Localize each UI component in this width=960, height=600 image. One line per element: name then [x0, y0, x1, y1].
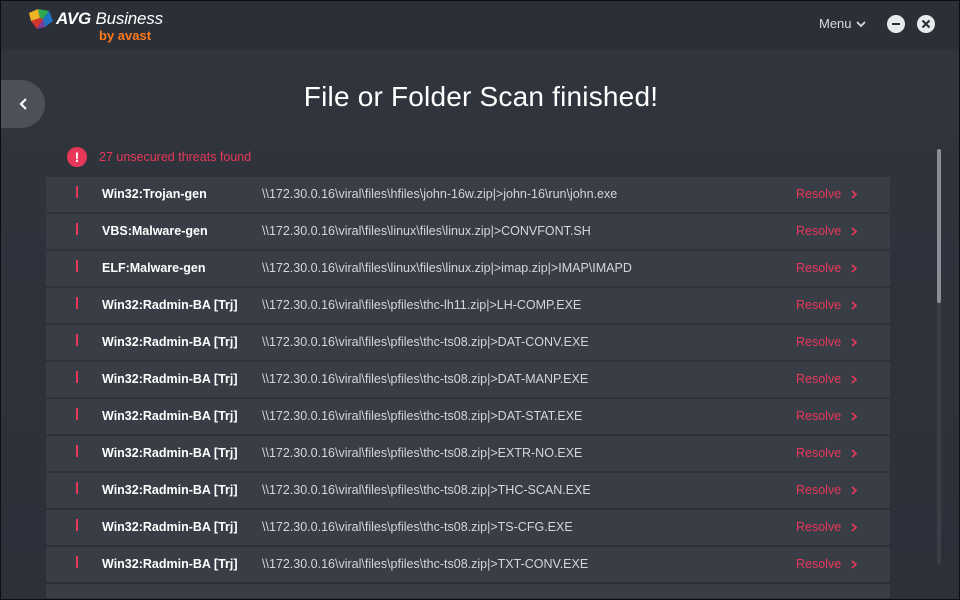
chevron-right-icon [851, 485, 858, 495]
resolve-label: Resolve [796, 520, 842, 534]
threat-row[interactable]: VBS:Malware-gen \\172.30.0.16\viral\files… [46, 214, 890, 249]
threat-row[interactable]: Win32:Radmin-BA [Trj] \\172.30.0.16\viral… [46, 399, 890, 434]
threat-name: Win32:Radmin-BA [Trj] [102, 520, 238, 534]
resolve-label: Resolve [796, 409, 842, 423]
threat-name: VBS:Malware-gen [102, 224, 208, 238]
chevron-right-icon [851, 559, 858, 569]
chevron-right-icon [851, 189, 858, 199]
threat-path: \\172.30.0.16\viral\files\pfiles\thc-ts0… [262, 409, 583, 423]
app-window: AVG Business by avast Menu File or Folde… [0, 0, 960, 600]
resolve-label: Resolve [796, 187, 842, 201]
threat-row-partial[interactable] [46, 584, 890, 598]
brand-title: AVG Business [56, 9, 163, 29]
resolve-button[interactable]: Resolve [796, 261, 858, 275]
threat-path: \\172.30.0.16\viral\files\pfiles\thc-ts0… [262, 446, 583, 460]
exclamation-icon [76, 186, 78, 198]
resolve-label: Resolve [796, 335, 842, 349]
threat-list: Win32:Trojan-gen \\172.30.0.16\viral\file… [46, 177, 890, 599]
chevron-right-icon [851, 337, 858, 347]
resolve-button[interactable]: Resolve [796, 187, 858, 201]
exclamation-icon [76, 556, 78, 568]
chevron-right-icon [851, 263, 858, 273]
chevron-right-icon [851, 300, 858, 310]
menu-button[interactable]: Menu [819, 16, 866, 31]
exclamation-icon [76, 260, 78, 272]
threat-row[interactable]: Win32:Radmin-BA [Trj] \\172.30.0.16\viral… [46, 325, 890, 360]
threat-row[interactable]: Win32:Radmin-BA [Trj] \\172.30.0.16\viral… [46, 547, 890, 582]
resolve-button[interactable]: Resolve [796, 483, 858, 497]
resolve-button[interactable]: Resolve [796, 557, 858, 571]
brand-subtitle: by avast [99, 28, 152, 43]
exclamation-icon [76, 408, 78, 420]
threat-row[interactable]: Win32:Radmin-BA [Trj] \\172.30.0.16\viral… [46, 288, 890, 323]
exclamation-icon [76, 371, 78, 383]
exclamation-icon [76, 519, 78, 531]
close-icon [921, 19, 931, 29]
chevron-right-icon [851, 411, 858, 421]
alert-icon: ! [67, 147, 87, 167]
threat-row[interactable]: Win32:Radmin-BA [Trj] \\172.30.0.16\viral… [46, 510, 890, 545]
resolve-button[interactable]: Resolve [796, 298, 858, 312]
threat-path: \\172.30.0.16\viral\files\hfiles\john-16… [262, 187, 618, 201]
resolve-button[interactable]: Resolve [796, 224, 858, 238]
exclamation-icon [76, 334, 78, 346]
threat-summary: ! 27 unsecured threats found [67, 147, 251, 167]
resolve-button[interactable]: Resolve [796, 335, 858, 349]
avg-logo-icon [29, 9, 53, 29]
threat-name: ELF:Malware-gen [102, 261, 206, 275]
threat-name: Win32:Radmin-BA [Trj] [102, 446, 238, 460]
chevron-down-icon [855, 20, 866, 27]
threat-name: Win32:Radmin-BA [Trj] [102, 335, 238, 349]
resolve-label: Resolve [796, 557, 842, 571]
brand-suffix: Business [90, 9, 164, 28]
threat-name: Win32:Radmin-BA [Trj] [102, 557, 238, 571]
resolve-button[interactable]: Resolve [796, 446, 858, 460]
threat-path: \\172.30.0.16\viral\files\linux\files\li… [262, 261, 632, 275]
resolve-label: Resolve [796, 483, 842, 497]
threat-name: Win32:Radmin-BA [Trj] [102, 409, 238, 423]
threat-count-text: 27 unsecured threats found [99, 150, 252, 164]
exclamation-icon [76, 445, 78, 457]
threat-path: \\172.30.0.16\viral\files\pfiles\thc-ts0… [262, 372, 589, 386]
chevron-right-icon [851, 448, 858, 458]
resolve-button[interactable]: Resolve [796, 372, 858, 386]
threat-name: Win32:Trojan-gen [102, 187, 207, 201]
resolve-label: Resolve [796, 372, 842, 386]
minimize-button[interactable] [887, 15, 905, 33]
threat-row[interactable]: Win32:Radmin-BA [Trj] \\172.30.0.16\viral… [46, 362, 890, 397]
title-bar: AVG Business by avast Menu [1, 1, 959, 49]
page-title: File or Folder Scan finished! [303, 81, 659, 112]
brand-name: AVG [56, 9, 91, 28]
threat-row[interactable]: Win32:Radmin-BA [Trj] \\172.30.0.16\viral… [46, 436, 890, 471]
resolve-button[interactable]: Resolve [796, 409, 858, 423]
resolve-label: Resolve [796, 446, 842, 460]
chevron-right-icon [851, 374, 858, 384]
threat-row[interactable]: Win32:Trojan-gen \\172.30.0.16\viral\file… [46, 177, 890, 212]
exclamation-icon [76, 223, 78, 235]
threat-path: \\172.30.0.16\viral\files\pfiles\thc-ts0… [262, 520, 573, 534]
threat-path: \\172.30.0.16\viral\files\pfiles\thc-ts0… [262, 483, 591, 497]
threat-path: \\172.30.0.16\viral\files\linux\files\li… [262, 224, 591, 238]
close-button[interactable] [917, 15, 935, 33]
threat-name: Win32:Radmin-BA [Trj] [102, 298, 238, 312]
threat-row[interactable]: Win32:Radmin-BA [Trj] \\172.30.0.16\viral… [46, 473, 890, 508]
threat-name: Win32:Radmin-BA [Trj] [102, 372, 238, 386]
exclamation-icon [76, 482, 78, 494]
exclamation-icon [76, 297, 78, 309]
resolve-label: Resolve [796, 298, 842, 312]
scrollbar-thumb[interactable] [937, 149, 941, 303]
threat-row[interactable]: ELF:Malware-gen \\172.30.0.16\viral\files… [46, 251, 890, 286]
threat-name: Win32:Radmin-BA [Trj] [102, 483, 238, 497]
resolve-label: Resolve [796, 224, 842, 238]
chevron-right-icon [851, 226, 858, 236]
resolve-button[interactable]: Resolve [796, 520, 858, 534]
threat-path: \\172.30.0.16\viral\files\pfiles\thc-ts0… [262, 557, 589, 571]
minimize-icon [892, 23, 900, 25]
threat-path: \\172.30.0.16\viral\files\pfiles\thc-lh1… [262, 298, 582, 312]
menu-label: Menu [819, 16, 852, 31]
chevron-right-icon [851, 522, 858, 532]
scrollbar-track[interactable] [937, 149, 941, 565]
resolve-label: Resolve [796, 261, 842, 275]
threat-path: \\172.30.0.16\viral\files\pfiles\thc-ts0… [262, 335, 589, 349]
